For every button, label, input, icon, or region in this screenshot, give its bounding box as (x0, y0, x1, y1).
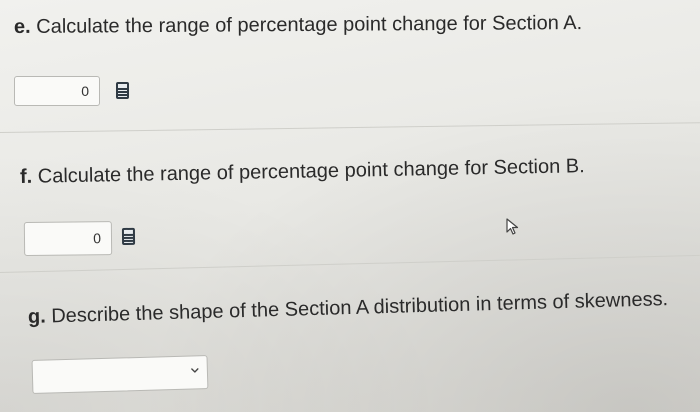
question-e-answer-input[interactable]: 0 (14, 76, 100, 106)
mouse-cursor-icon (506, 218, 519, 235)
divider (0, 122, 700, 133)
question-g-text: g. Describe the shape of the Section A d… (28, 288, 669, 329)
divider (0, 254, 700, 273)
calculator-icon[interactable] (121, 227, 136, 245)
chevron-down-icon (191, 368, 199, 373)
question-g-skewness-select[interactable] (31, 355, 209, 394)
question-g-label: Describe the shape of the Section A dist… (51, 288, 669, 328)
question-e-letter: e. (13, 15, 31, 38)
question-f-label: Calculate the range of percentage point … (37, 155, 585, 188)
calculator-icon[interactable] (116, 82, 129, 99)
photo-shading (0, 0, 700, 412)
question-f-letter: f. (19, 165, 33, 188)
question-e-label: Calculate the range of percentage point … (36, 12, 583, 38)
question-g-letter: g. (27, 305, 47, 328)
question-f-answer-input[interactable]: 0 (23, 221, 113, 256)
question-f-text: f. Calculate the range of percentage poi… (20, 155, 585, 189)
question-e-text: e. Calculate the range of percentage poi… (14, 12, 582, 39)
